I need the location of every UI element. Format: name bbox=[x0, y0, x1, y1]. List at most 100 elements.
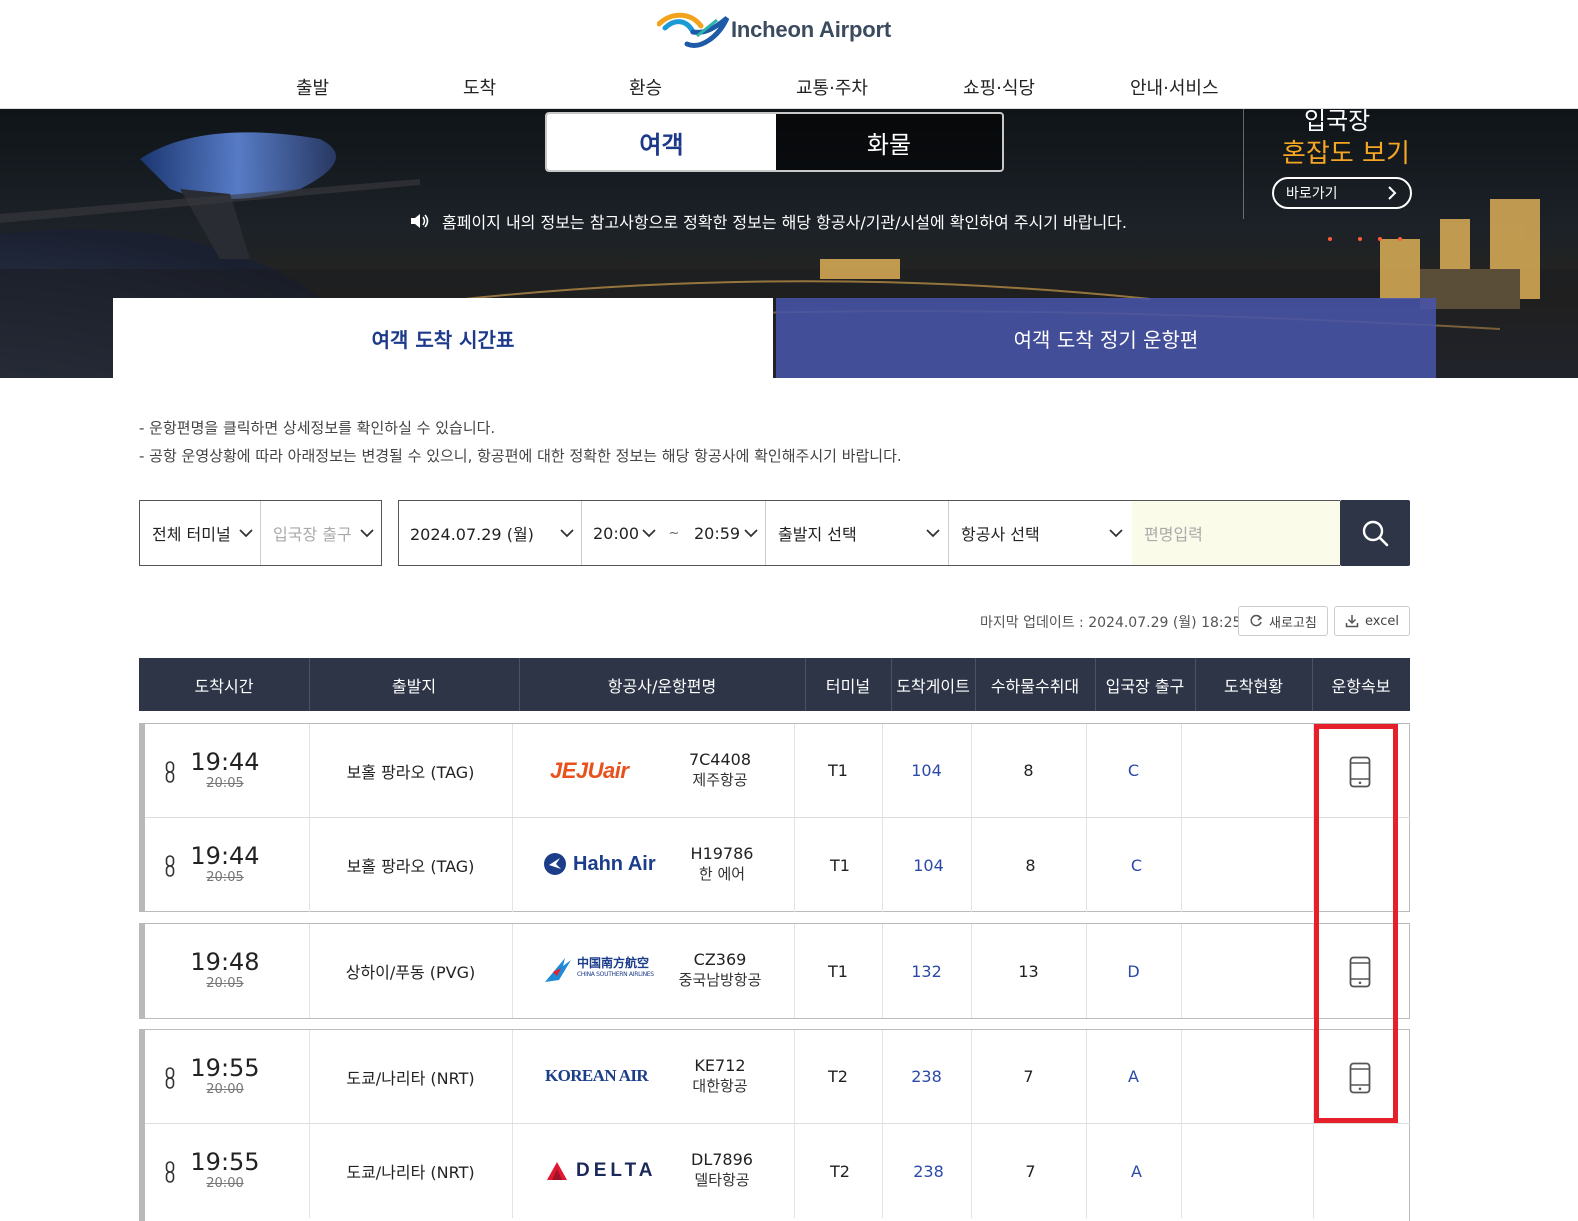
china-southern-logo: 中国南方航空 CHINA SOUTHERN AIRLINES bbox=[543, 954, 654, 984]
flight-group: 19:48 20:05 상하이/푸동 (PVG) 中国南方航空 CHINA SO… bbox=[139, 923, 1410, 1019]
arrival-time: 19:48 20:05 bbox=[185, 948, 265, 992]
search-icon bbox=[1362, 520, 1389, 547]
flight-group: 19:55 20:00 도쿄/나리타 (NRT) KOREAN AIR KE71… bbox=[139, 1029, 1410, 1221]
congestion-title: 입국장 bbox=[1304, 109, 1371, 135]
speaker-icon bbox=[411, 214, 429, 228]
chevron-down-icon bbox=[239, 529, 253, 538]
logo-text: Incheon Airport bbox=[731, 17, 891, 42]
tab-passenger-arrival-schedule[interactable]: 여객 도착 시간표 bbox=[113, 298, 773, 378]
flight-info[interactable]: 7C4408 제주항공 bbox=[675, 750, 765, 790]
flight-info[interactable]: H19786 한 에어 bbox=[677, 844, 767, 884]
scheduled-time: 20:00 bbox=[206, 1082, 244, 1097]
excel-label: excel bbox=[1365, 613, 1399, 629]
chevron-down-icon bbox=[560, 529, 574, 538]
estimated-time: 19:44 bbox=[190, 842, 260, 870]
carousel: 8 bbox=[1025, 855, 1036, 875]
terminal: T1 bbox=[828, 961, 848, 981]
time-to-select[interactable]: 20:59 bbox=[682, 501, 766, 565]
delta-logo: DELTA bbox=[546, 1160, 657, 1182]
arrival-time: 19:44 20:05 bbox=[185, 748, 265, 792]
flight-number[interactable]: KE712 bbox=[675, 1056, 765, 1076]
origin: 상하이/푸동 (PVG) bbox=[345, 963, 476, 982]
gate: 238 bbox=[913, 1161, 944, 1181]
arrival-status bbox=[1181, 818, 1313, 912]
congestion-go-label: 바로가기 bbox=[1286, 186, 1338, 202]
arrival-status bbox=[1181, 1030, 1313, 1123]
chevron-down-icon bbox=[1109, 529, 1123, 538]
refresh-icon bbox=[1250, 614, 1263, 627]
nav-info-service[interactable]: 안내·서비스 bbox=[1130, 74, 1219, 100]
col-gate: 도착게이트 bbox=[896, 676, 970, 696]
table-row[interactable]: 19:48 20:05 상하이/푸동 (PVG) 中国南方航空 CHINA SO… bbox=[145, 924, 1410, 1018]
origin: 도쿄/나리타 (NRT) bbox=[346, 1163, 475, 1182]
schedule-table-header: 도착시간 출발지 항공사/운항편명 터미널 도착게이트 수하물수취대 입국장 출… bbox=[139, 658, 1410, 711]
scheduled-time: 20:00 bbox=[206, 1176, 244, 1191]
origin: 보홀 팡라오 (TAG) bbox=[346, 762, 475, 782]
origin: 도쿄/나리타 (NRT) bbox=[346, 1068, 475, 1088]
refresh-button[interactable]: 새로고침 bbox=[1238, 606, 1328, 636]
estimated-time: 19:55 bbox=[190, 1054, 260, 1082]
flight-number[interactable]: H19786 bbox=[677, 844, 767, 864]
nav-transport-parking[interactable]: 교통·주차 bbox=[796, 74, 868, 100]
arrival-time: 19:55 20:00 bbox=[185, 1054, 265, 1098]
terminal-filter-box: 전체 터미널 입국장 출구 bbox=[139, 500, 382, 566]
search-button[interactable] bbox=[1340, 500, 1410, 566]
table-row[interactable]: 19:44 20:05 보홀 팡라오 (TAG) Hahn Air H19786… bbox=[145, 818, 1410, 912]
toggle-passenger[interactable]: 여객 bbox=[547, 114, 776, 170]
congestion-go-button[interactable]: 바로가기 bbox=[1272, 177, 1412, 209]
main-navigation: 출발 도착 환승 교통·주차 쇼핑·식당 안내·서비스 bbox=[0, 74, 1578, 100]
estimated-time: 19:48 bbox=[190, 948, 260, 976]
nav-transfer[interactable]: 환승 bbox=[629, 74, 662, 100]
time-from-select[interactable]: 20:00 bbox=[582, 501, 666, 565]
nav-arrival[interactable]: 도착 bbox=[463, 74, 496, 100]
codeshare-icon bbox=[165, 1161, 175, 1183]
col-carousel: 수하물수취대 bbox=[990, 676, 1080, 696]
terminal-select[interactable]: 전체 터미널 bbox=[140, 501, 261, 565]
airline-select[interactable]: 항공사 선택 bbox=[949, 501, 1132, 565]
flight-number-input[interactable]: 편명입력 bbox=[1132, 501, 1340, 565]
table-row[interactable]: 19:55 20:00 도쿄/나리타 (NRT) KOREAN AIR KE71… bbox=[145, 1030, 1410, 1124]
airline-name: 제주항공 bbox=[692, 771, 748, 789]
flight-info[interactable]: CZ369 중국남방항공 bbox=[675, 950, 765, 990]
flight-number[interactable]: DL7896 bbox=[677, 1150, 767, 1170]
airline-select-value: 항공사 선택 bbox=[961, 525, 1040, 544]
toggle-cargo[interactable]: 화물 bbox=[776, 114, 1002, 170]
flight-number[interactable]: CZ369 bbox=[675, 950, 765, 970]
codeshare-icon bbox=[165, 761, 175, 783]
congestion-panel: 입국장 혼잡도 보기 바로가기 bbox=[1243, 109, 1443, 219]
arrival-status bbox=[1181, 924, 1313, 1018]
estimated-time: 19:55 bbox=[190, 1148, 260, 1176]
download-icon bbox=[1345, 615, 1359, 628]
origin-select[interactable]: 출발지 선택 bbox=[766, 501, 949, 565]
chevron-down-icon bbox=[642, 529, 656, 538]
nav-departure[interactable]: 출발 bbox=[296, 74, 329, 100]
flight-group: 19:44 20:05 보홀 팡라오 (TAG) JEJUair 7C4408 … bbox=[139, 723, 1410, 912]
scheduled-time: 20:05 bbox=[206, 870, 244, 885]
airline-name: 델타항공 bbox=[694, 1171, 750, 1189]
exit: A bbox=[1128, 1067, 1139, 1086]
refresh-label: 새로고침 bbox=[1269, 615, 1317, 631]
tab-passenger-arrival-regular[interactable]: 여객 도착 정기 운항편 bbox=[776, 298, 1436, 378]
carousel: 7 bbox=[1023, 1067, 1034, 1086]
col-arrival-status: 도착현황 bbox=[1224, 676, 1283, 696]
info-note-2: - 공항 운영상황에 따라 아래정보는 변경될 수 있으니, 항공편에 대한 정… bbox=[139, 447, 902, 465]
delta-widget-icon bbox=[547, 1162, 567, 1180]
nav-shopping-dining[interactable]: 쇼핑·식당 bbox=[963, 74, 1035, 100]
scheduled-time: 20:05 bbox=[206, 776, 244, 791]
table-row[interactable]: 19:55 20:00 도쿄/나리타 (NRT) DELTA DL7896 델타… bbox=[145, 1124, 1410, 1218]
flight-number[interactable]: 7C4408 bbox=[675, 750, 765, 770]
korean-air-logo: KOREAN AIR bbox=[545, 1066, 649, 1085]
exit-select[interactable]: 입국장 출구 bbox=[261, 501, 381, 565]
table-row[interactable]: 19:44 20:05 보홀 팡라오 (TAG) JEJUair 7C4408 … bbox=[145, 724, 1410, 818]
congestion-subtitle: 혼잡도 보기 bbox=[1282, 139, 1410, 169]
terminal: T1 bbox=[830, 855, 850, 875]
excel-download-button[interactable]: excel bbox=[1334, 606, 1410, 636]
incheon-airport-logo[interactable]: Incheon Airport bbox=[657, 10, 891, 50]
flight-info[interactable]: DL7896 델타항공 bbox=[677, 1150, 767, 1190]
estimated-time: 19:44 bbox=[190, 748, 260, 776]
hahnair-logo: Hahn Air bbox=[543, 852, 656, 876]
flight-info[interactable]: KE712 대한항공 bbox=[675, 1056, 765, 1096]
gate: 238 bbox=[911, 1067, 942, 1086]
info-note-1: - 운항편명을 클릭하면 상세정보를 확인하실 수 있습니다. bbox=[139, 419, 496, 437]
date-select[interactable]: 2024.07.29 (월) bbox=[399, 501, 582, 565]
